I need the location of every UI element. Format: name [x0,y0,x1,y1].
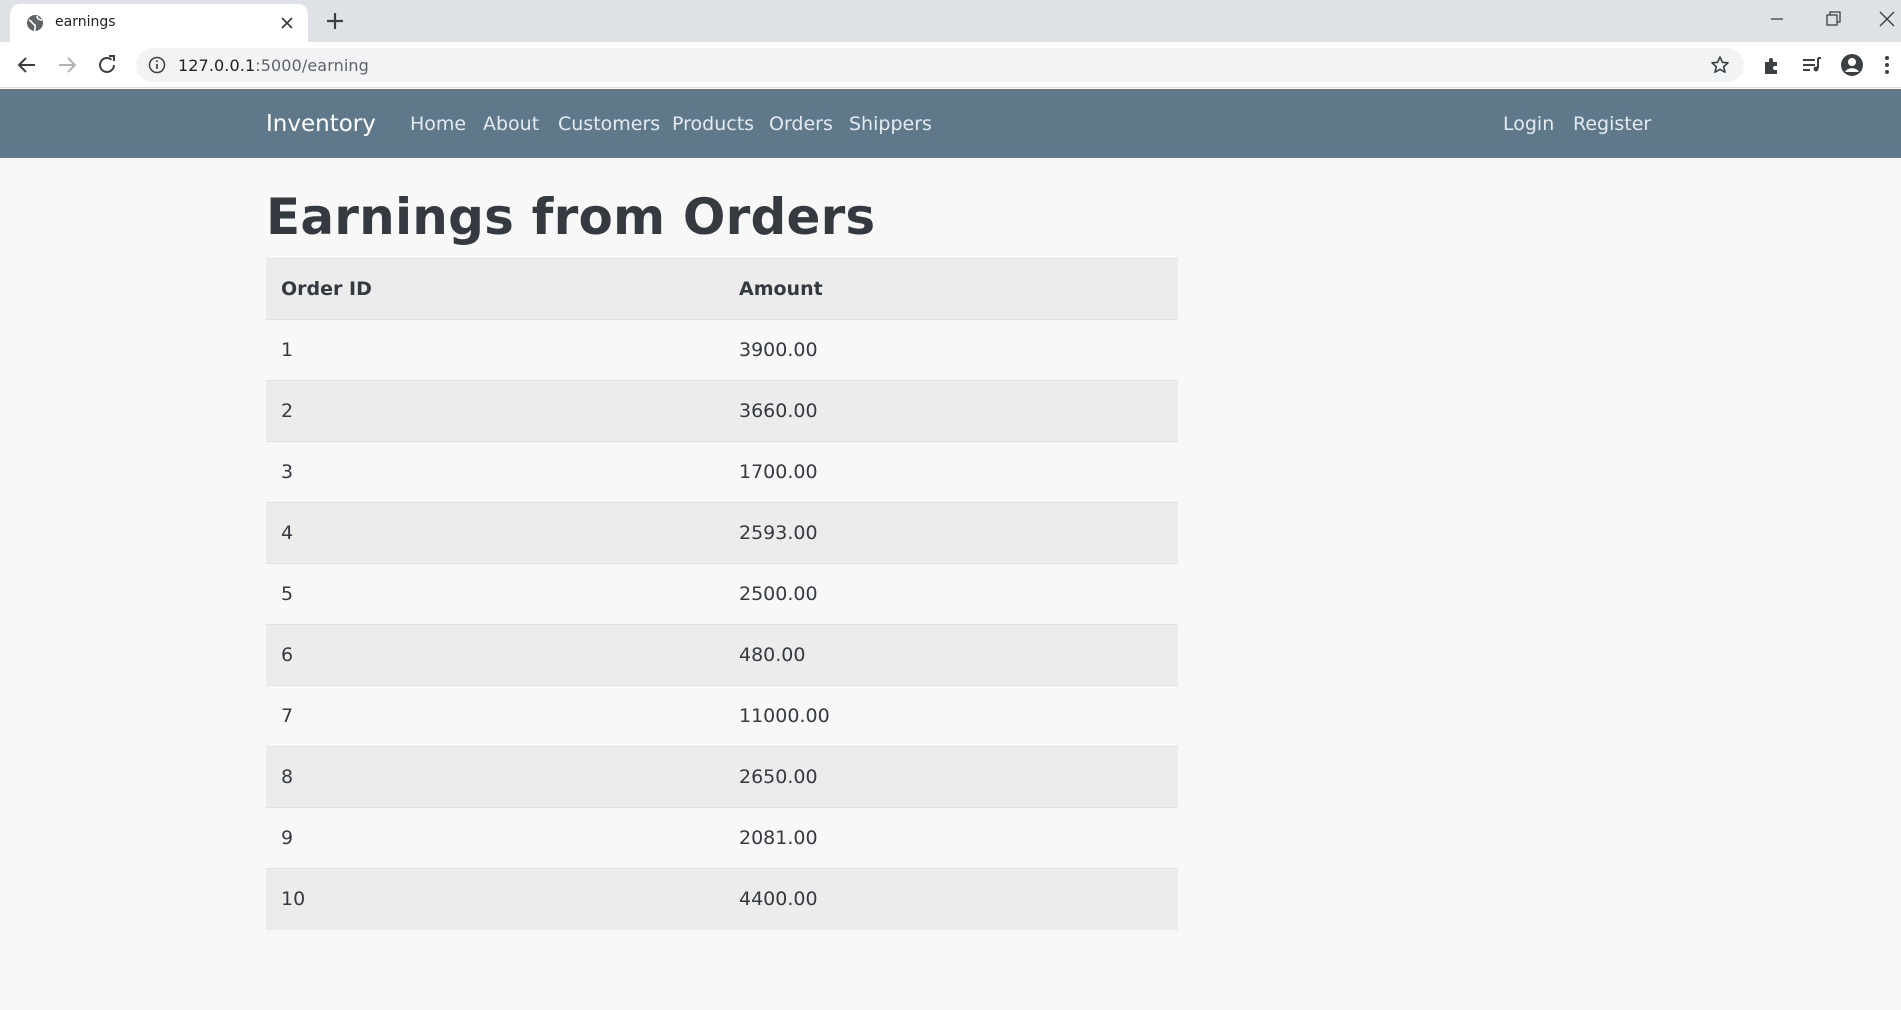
nav-link-login[interactable]: Login [1503,113,1554,135]
back-arrow-icon[interactable] [15,53,39,77]
navbar-brand[interactable]: Inventory [266,111,376,137]
url-path: :5000/earning [255,56,369,75]
site-navbar: Inventory Home About Customers Products … [0,89,1901,158]
url-host: 127.0.0.1 [178,56,256,75]
browser-tab[interactable]: earnings [10,4,308,42]
globe-icon [27,15,43,32]
amount-cell: 2650.00 [724,746,1178,808]
order-id-cell: 1 [266,319,724,381]
table-row: 1 3900.00 [266,319,1178,381]
close-window-icon[interactable] [1872,6,1901,32]
table-row: 7 11000.00 [266,685,1178,747]
profile-avatar-icon[interactable] [1840,53,1864,77]
extensions-puzzle-icon[interactable] [1760,53,1784,77]
nav-link-about[interactable]: About [483,113,539,135]
table-row: 3 1700.00 [266,441,1178,503]
order-id-cell: 4 [266,502,724,564]
nav-link-home[interactable]: Home [410,113,466,135]
table-header-row: Order ID Amount [266,258,1178,320]
amount-cell: 2593.00 [724,502,1178,564]
restore-window-icon[interactable] [1818,6,1848,32]
order-id-cell: 3 [266,441,724,503]
earnings-table: Order ID Amount 1 3900.00 2 3660.00 3 17… [266,258,1178,930]
table-row: 5 2500.00 [266,563,1178,625]
order-id-cell: 8 [266,746,724,808]
amount-cell: 11000.00 [724,685,1178,747]
minimize-window-icon[interactable] [1762,6,1792,32]
amount-cell: 2500.00 [724,563,1178,625]
nav-link-shippers[interactable]: Shippers [849,113,932,135]
table-row: 8 2650.00 [266,746,1178,808]
order-id-cell: 5 [266,563,724,625]
table-row: 6 480.00 [266,624,1178,686]
order-id-cell: 6 [266,624,724,686]
site-info-icon[interactable] [148,56,166,74]
tab-title: earnings [55,14,116,30]
media-queue-icon[interactable] [1800,53,1824,77]
header-order-id: Order ID [266,258,724,320]
url-text: 127.0.0.1:5000/earning [178,56,369,75]
browser-menu-icon[interactable] [1880,53,1894,77]
amount-cell: 2081.00 [724,807,1178,869]
header-amount: Amount [724,258,1178,320]
table-row: 9 2081.00 [266,807,1178,869]
nav-link-register[interactable]: Register [1573,113,1651,135]
close-tab-icon[interactable] [278,14,296,32]
amount-cell: 480.00 [724,624,1178,686]
order-id-cell: 9 [266,807,724,869]
new-tab-plus-icon[interactable] [324,10,346,32]
forward-arrow-icon[interactable] [55,53,79,77]
nav-link-orders[interactable]: Orders [769,113,833,135]
amount-cell: 4400.00 [724,868,1178,930]
address-bar[interactable]: 127.0.0.1:5000/earning [136,48,1744,82]
order-id-cell: 2 [266,380,724,442]
amount-cell: 3660.00 [724,380,1178,442]
browser-tabstrip: earnings [0,0,1901,42]
bookmark-star-icon[interactable] [1710,55,1730,75]
nav-link-products[interactable]: Products [672,113,754,135]
order-id-cell: 10 [266,868,724,930]
table-row: 2 3660.00 [266,380,1178,442]
page-title: Earnings from Orders [266,188,876,246]
table-row: 4 2593.00 [266,502,1178,564]
amount-cell: 3900.00 [724,319,1178,381]
order-id-cell: 7 [266,685,724,747]
browser-toolbar: 127.0.0.1:5000/earning [0,42,1901,88]
reload-icon[interactable] [95,53,119,77]
nav-link-customers[interactable]: Customers [558,113,660,135]
amount-cell: 1700.00 [724,441,1178,503]
table-row: 10 4400.00 [266,868,1178,930]
